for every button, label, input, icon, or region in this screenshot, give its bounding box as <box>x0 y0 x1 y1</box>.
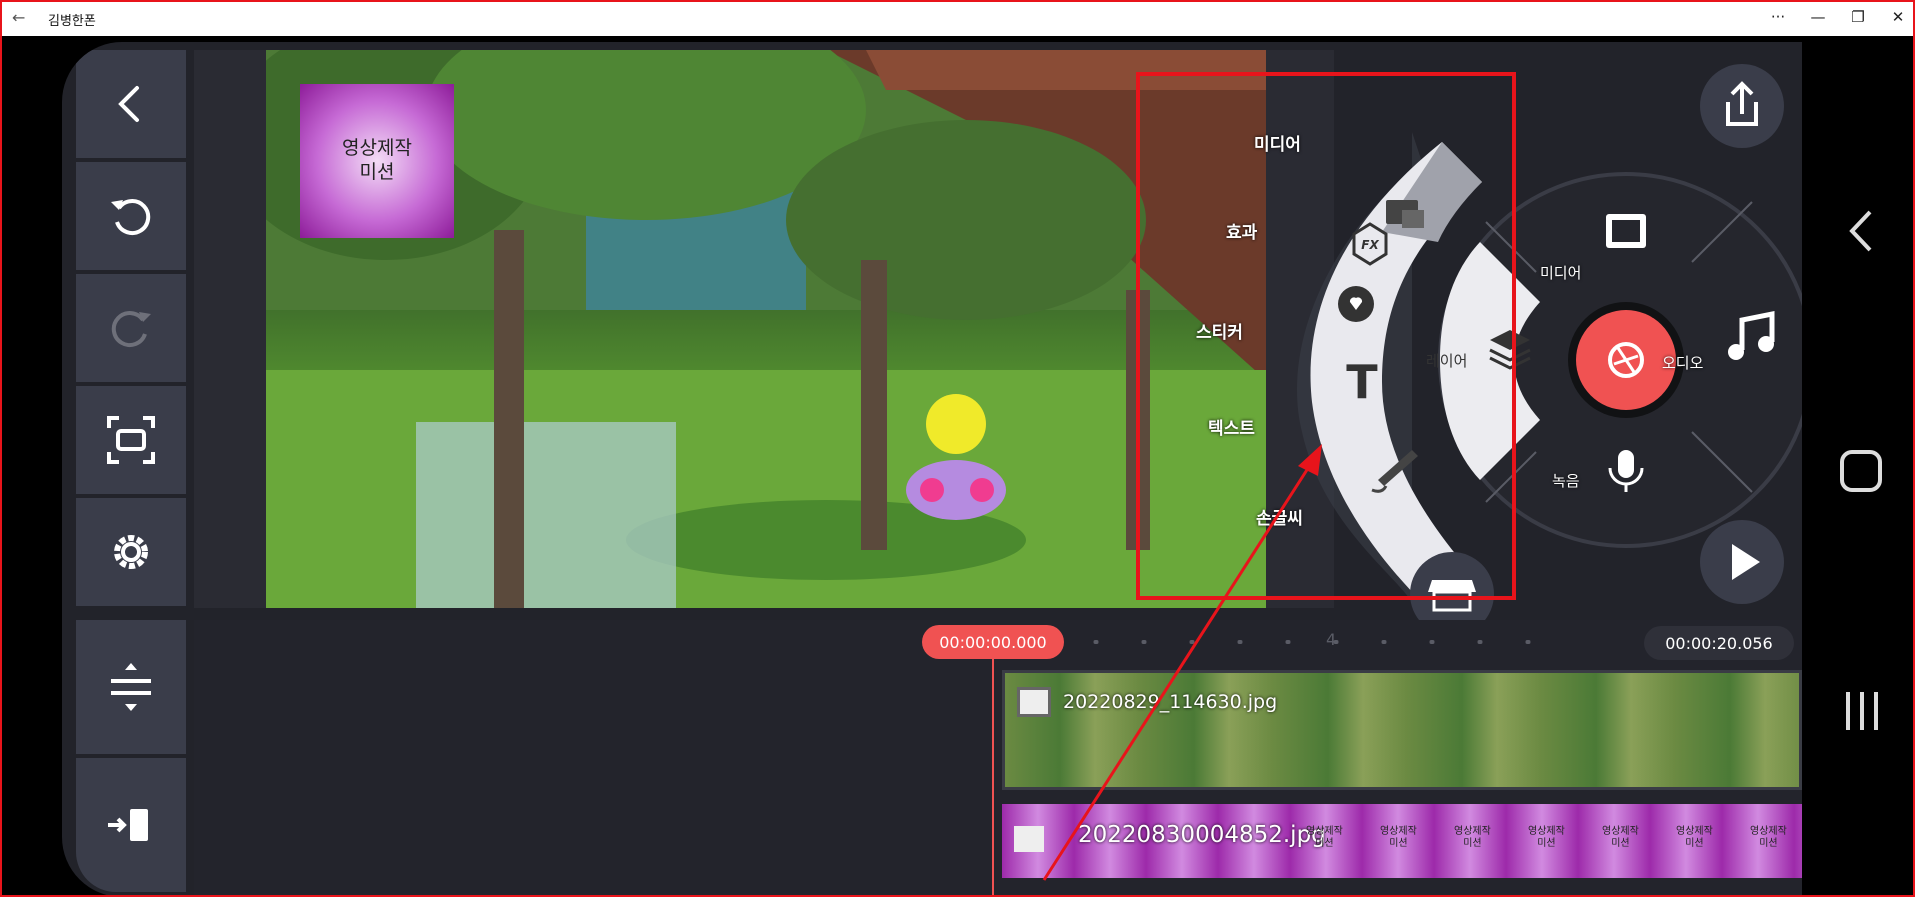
jump-to-end-button[interactable] <box>76 758 186 892</box>
undo-icon <box>111 199 151 236</box>
back-button[interactable] <box>76 50 186 158</box>
nav-home-icon[interactable] <box>1836 446 1886 496</box>
jump-to-end-icon <box>108 809 148 841</box>
phone-screen: 영상제작 미션 FX T 미디어 오디오 녹음 레이어 미디어 효과 스티커 텍… <box>62 42 1802 895</box>
app-window: ← 김병한폰 ··· — ❐ ✕ 영상제작 미션 FX T 미디어 오디오 녹음… <box>0 0 1915 897</box>
playhead[interactable] <box>992 659 994 895</box>
expand-vertical-icon <box>111 663 151 711</box>
android-nav-bar <box>1806 36 1913 895</box>
window-title: 김병한폰 <box>48 14 96 29</box>
mission-sticker[interactable]: 영상제작 미션 <box>300 84 454 238</box>
undo-button[interactable] <box>76 162 186 270</box>
chevron-left-icon <box>118 86 139 122</box>
wheel-record-label: 녹음 <box>1552 472 1580 490</box>
settings-button[interactable] <box>76 498 186 606</box>
overlay-tile: 영상제작 미션 <box>1380 826 1417 849</box>
window-back-button[interactable]: ← <box>12 8 25 27</box>
wheel-media-icon[interactable] <box>1606 214 1646 248</box>
redo-button[interactable] <box>76 274 186 382</box>
overlay-tile: 영상제작 미션 <box>1602 826 1639 849</box>
fullscreen-button[interactable] <box>76 386 186 494</box>
redo-icon <box>111 311 151 348</box>
total-time-badge: 00:00:20.056 <box>1644 626 1794 660</box>
fullscreen-icon <box>107 416 155 464</box>
annotation-arrow <box>1042 444 1322 881</box>
timeline-expand-button[interactable] <box>76 620 186 754</box>
restore-button[interactable]: ❐ <box>1838 8 1878 26</box>
overlay-tile: 영상제작 미션 <box>1528 826 1565 849</box>
wheel-audio-label: 오디오 <box>1662 354 1704 372</box>
sticker-text-line1: 영상제작 <box>342 137 412 160</box>
sticker-text-line2: 미션 <box>359 161 395 183</box>
nav-back-icon[interactable] <box>1842 206 1882 256</box>
title-bar: ← 김병한폰 ··· — ❐ ✕ <box>2 2 1913 36</box>
more-options-button[interactable]: ··· <box>1758 8 1798 26</box>
gear-icon <box>114 535 148 569</box>
minimize-button[interactable]: — <box>1798 8 1838 26</box>
overlay-tile: 영상제작 미션 <box>1750 826 1787 849</box>
overlay-tile: 영상제작 미션 <box>1454 826 1491 849</box>
wheel-media-label: 미디어 <box>1540 264 1582 282</box>
overlay-tile: 영상제작 미션 <box>1676 826 1713 849</box>
close-button[interactable]: ✕ <box>1878 8 1913 26</box>
nav-recents-icon[interactable] <box>1840 686 1884 736</box>
